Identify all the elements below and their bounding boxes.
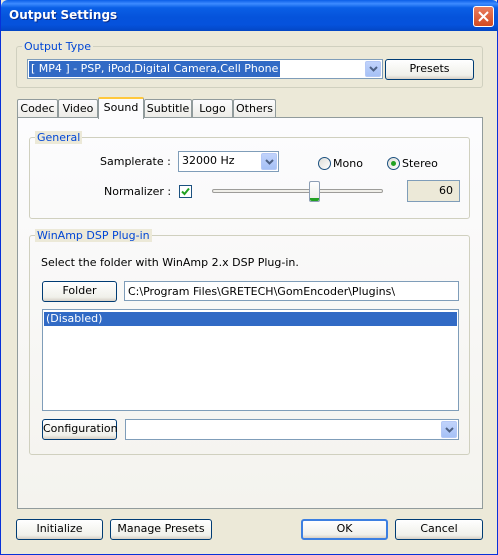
- normalizer-label: Normalizer :: [104, 185, 172, 198]
- samplerate-select[interactable]: 32000 Hz: [178, 151, 279, 172]
- close-button[interactable]: [473, 6, 494, 27]
- chevron-down-icon: [445, 426, 454, 433]
- checkmark-icon: [181, 187, 190, 196]
- samplerate-value: 32000 Hz: [182, 154, 235, 167]
- output-type-value: [ MP4 ] - PSP, iPod,Digital Camera,Cell …: [29, 61, 281, 77]
- ok-button[interactable]: OK: [301, 519, 388, 540]
- folder-path-input[interactable]: C:\Program Files\GRETECH\GomEncoder\Plug…: [124, 281, 459, 301]
- configuration-select[interactable]: [125, 419, 459, 440]
- stereo-radio[interactable]: [387, 157, 400, 170]
- output-type-select[interactable]: [ MP4 ] - PSP, iPod,Digital Camera,Cell …: [27, 59, 383, 79]
- normalizer-value: 60: [407, 180, 460, 202]
- initialize-button[interactable]: Initialize: [16, 519, 103, 540]
- tab-logo[interactable]: Logo: [192, 99, 233, 118]
- stereo-label: Stereo: [402, 157, 438, 170]
- chevron-down-icon: [369, 66, 378, 72]
- title-bar[interactable]: Output Settings: [1, 0, 498, 31]
- winamp-legend: WinAmp DSP Plug-in: [35, 229, 152, 242]
- tab-subtitle[interactable]: Subtitle: [144, 99, 192, 118]
- folder-button[interactable]: Folder: [42, 281, 117, 302]
- mono-label: Mono: [333, 157, 363, 170]
- window-title: Output Settings: [9, 8, 118, 22]
- chevron-down-icon: [265, 158, 274, 165]
- normalizer-slider-track[interactable]: [212, 189, 383, 193]
- folder-path-value: C:\Program Files\GRETECH\GomEncoder\Plug…: [128, 285, 396, 298]
- configuration-button[interactable]: Configuration: [42, 419, 118, 440]
- samplerate-dropdown-button[interactable]: [261, 153, 277, 170]
- tab-others[interactable]: Others: [233, 99, 276, 118]
- samplerate-label: Samplerate :: [100, 155, 171, 168]
- list-item[interactable]: (Disabled): [44, 312, 457, 326]
- mono-radio[interactable]: [318, 157, 331, 170]
- tab-video[interactable]: Video: [58, 99, 98, 118]
- cancel-button[interactable]: Cancel: [395, 519, 483, 540]
- normalizer-checkbox[interactable]: [179, 185, 192, 198]
- general-group: [29, 137, 470, 219]
- presets-button[interactable]: Presets: [385, 59, 474, 80]
- tab-codec[interactable]: Codec: [17, 99, 58, 118]
- output-settings-dialog: Output Settings Output Type [ MP4 ] - PS…: [0, 0, 498, 555]
- output-type-legend: Output Type: [22, 40, 93, 53]
- output-type-dropdown-button[interactable]: [365, 61, 381, 77]
- configuration-dropdown-button[interactable]: [441, 421, 457, 438]
- manage-presets-button[interactable]: Manage Presets: [110, 519, 212, 540]
- general-legend: General: [35, 131, 83, 144]
- radio-selected-dot: [391, 161, 396, 166]
- tab-sound[interactable]: Sound: [98, 97, 144, 119]
- close-icon: [478, 11, 489, 22]
- winamp-instruction: Select the folder with WinAmp 2.x DSP Pl…: [41, 256, 299, 269]
- plugin-list[interactable]: (Disabled): [42, 309, 459, 411]
- normalizer-slider-thumb[interactable]: [309, 181, 320, 202]
